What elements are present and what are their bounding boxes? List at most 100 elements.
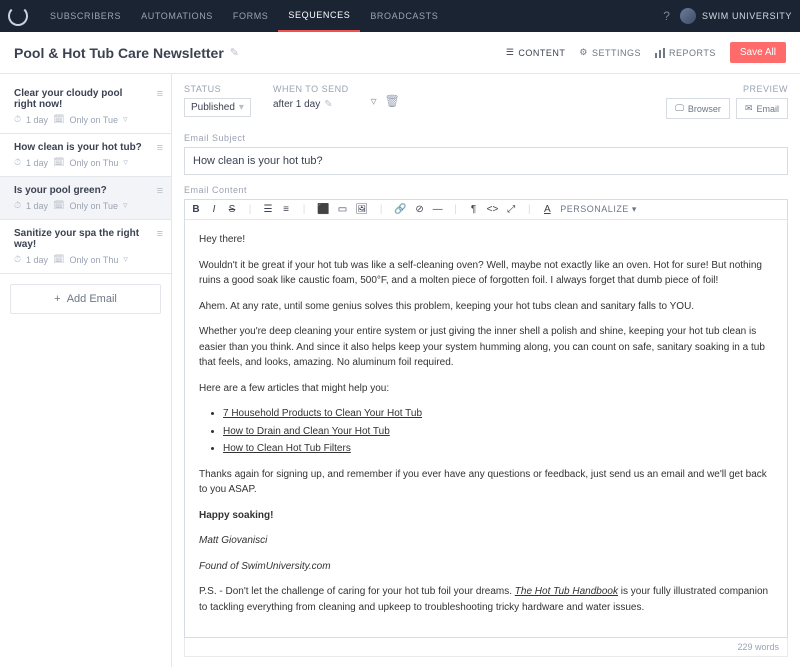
email-list: Clear your cloudy pool right now! ⏱ 1 da… xyxy=(0,74,172,667)
strike-icon[interactable]: S xyxy=(227,204,237,215)
email-item-3[interactable]: Sanitize your spa the right way! ⏱ 1 day… xyxy=(0,220,171,274)
drag-handle-icon[interactable]: ≡ xyxy=(157,88,163,100)
body-p4: Here are a few articles that might help … xyxy=(199,381,773,397)
align-center-icon[interactable]: ▭ xyxy=(337,204,347,215)
preview-browser-button[interactable]: 🖵 Browser xyxy=(666,98,730,119)
preview-label: PREVIEW xyxy=(666,84,788,94)
plus-icon: + xyxy=(54,293,60,305)
list-ul-icon[interactable]: ☰ xyxy=(263,204,273,215)
subject-label: Email Subject xyxy=(184,133,788,143)
funnel-icon[interactable]: ▿ xyxy=(371,94,377,108)
email-item-day: Only on Tue xyxy=(70,115,119,125)
chart-icon xyxy=(655,48,665,58)
email-item-delay: 1 day xyxy=(26,115,48,125)
edit-title-icon[interactable]: ✎ xyxy=(230,46,239,59)
text-color-icon[interactable]: A xyxy=(542,204,552,215)
nav-forms[interactable]: FORMS xyxy=(223,0,279,32)
body-link-0[interactable]: 7 Household Products to Clean Your Hot T… xyxy=(223,408,422,419)
link-icon[interactable]: 🔗 xyxy=(394,204,406,215)
save-all-button[interactable]: Save All xyxy=(730,42,786,63)
personalize-dropdown[interactable]: PERSONALIZE ▾ xyxy=(560,204,637,215)
calendar-icon: 🗓 xyxy=(53,200,64,211)
body-ps: P.S. - Don't let the challenge of caring… xyxy=(199,584,773,615)
signature-title: Found of SwimUniversity.com xyxy=(199,559,773,575)
nav-broadcasts[interactable]: BROADCASTS xyxy=(360,0,448,32)
image-icon[interactable]: 🖼 xyxy=(355,204,368,215)
email-item-delay: 1 day xyxy=(26,201,48,211)
status-select[interactable]: Published ▾ xyxy=(184,98,251,117)
body-p3: Whether you're deep cleaning your entire… xyxy=(199,324,773,371)
body-link-2[interactable]: How to Clean Hot Tub Filters xyxy=(223,443,351,454)
body-closing: Happy soaking! xyxy=(199,508,773,524)
clock-icon: ⏱ xyxy=(14,157,21,168)
clock-icon: ⏱ xyxy=(14,254,21,265)
user-name: SWIM UNIVERSITY xyxy=(702,11,792,21)
list-ol-icon[interactable]: ≡ xyxy=(281,204,291,215)
clear-format-icon[interactable]: ¶ xyxy=(469,204,479,215)
editor-body[interactable]: Hey there! Wouldn't it be great if your … xyxy=(185,220,787,637)
trash-icon[interactable]: 🗑 xyxy=(385,94,400,108)
help-icon[interactable]: ? xyxy=(653,9,680,23)
align-left-icon[interactable]: ⬛ xyxy=(317,204,329,215)
when-label: WHEN TO SEND xyxy=(273,84,349,94)
italic-icon[interactable]: I xyxy=(209,204,219,215)
email-item-0[interactable]: Clear your cloudy pool right now! ⏱ 1 da… xyxy=(0,80,171,134)
app-logo-icon[interactable] xyxy=(8,6,28,26)
tab-settings[interactable]: ⚙ SETTINGS xyxy=(579,47,641,58)
drag-handle-icon[interactable]: ≡ xyxy=(157,142,163,154)
unlink-icon[interactable]: ⊘ xyxy=(415,204,425,215)
tab-reports[interactable]: REPORTS xyxy=(655,48,716,58)
email-item-title: Clear your cloudy pool right now! xyxy=(14,88,161,110)
calendar-icon: 🗓 xyxy=(53,254,64,265)
content-icon: ☰ xyxy=(506,47,515,58)
main: Clear your cloudy pool right now! ⏱ 1 da… xyxy=(0,74,800,667)
funnel-icon: ▿ xyxy=(123,157,128,168)
add-email-button[interactable]: + Add Email xyxy=(10,284,161,314)
email-item-1[interactable]: How clean is your hot tub? ⏱ 1 day 🗓 Onl… xyxy=(0,134,171,177)
nav-subscribers[interactable]: SUBSCRIBERS xyxy=(40,0,131,32)
content-label: Email Content xyxy=(184,185,788,195)
email-item-title: Sanitize your spa the right way! xyxy=(14,228,161,250)
chevron-down-icon: ▾ xyxy=(239,102,244,113)
clock-icon: ⏱ xyxy=(14,114,21,125)
email-item-day: Only on Thu xyxy=(70,158,119,168)
signature-name: Matt Giovanisci xyxy=(199,533,773,549)
avatar xyxy=(680,8,696,24)
calendar-icon: 🗓 xyxy=(53,114,64,125)
expand-icon[interactable]: ⤢ xyxy=(506,204,516,215)
tab-content[interactable]: ☰ CONTENT xyxy=(506,47,566,58)
sequence-header: Pool & Hot Tub Care Newsletter ✎ ☰ CONTE… xyxy=(0,32,800,74)
drag-handle-icon[interactable]: ≡ xyxy=(157,185,163,197)
bold-icon[interactable]: B xyxy=(191,204,201,215)
editor-pane: STATUS Published ▾ WHEN TO SEND after 1 … xyxy=(172,74,800,667)
clock-icon: ⏱ xyxy=(14,200,21,211)
email-item-title: Is your pool green? xyxy=(14,185,161,196)
body-p5: Thanks again for signing up, and remembe… xyxy=(199,467,773,498)
user-menu[interactable]: SWIM UNIVERSITY xyxy=(680,8,792,24)
email-item-day: Only on Tue xyxy=(70,201,119,211)
body-link-1[interactable]: How to Drain and Clean Your Hot Tub xyxy=(223,426,390,437)
when-value[interactable]: after 1 day ✎ xyxy=(273,99,333,110)
funnel-icon: ▿ xyxy=(123,200,128,211)
email-item-delay: 1 day xyxy=(26,255,48,265)
editor-toolbar: B I S | ☰ ≡ | ⬛ ▭ 🖼 | 🔗 ⊘ — | ¶ <> ⤢ | A xyxy=(185,200,787,220)
code-icon[interactable]: <> xyxy=(487,204,499,215)
nav-sequences[interactable]: SEQUENCES xyxy=(278,0,360,32)
word-count: 229 words xyxy=(184,638,788,657)
email-item-day: Only on Thu xyxy=(70,255,119,265)
email-item-2[interactable]: Is your pool green? ⏱ 1 day 🗓 Only on Tu… xyxy=(0,177,171,220)
gear-icon: ⚙ xyxy=(579,47,588,58)
funnel-icon: ▿ xyxy=(123,114,128,125)
ps-link[interactable]: The Hot Tub Handbook xyxy=(515,586,618,597)
subject-input[interactable] xyxy=(184,147,788,175)
hr-icon[interactable]: — xyxy=(433,204,443,215)
calendar-icon: 🗓 xyxy=(53,157,64,168)
nav-automations[interactable]: AUTOMATIONS xyxy=(131,0,223,32)
email-item-title: How clean is your hot tub? xyxy=(14,142,161,153)
preview-email-button[interactable]: ✉ Email xyxy=(736,98,788,119)
preview-block: PREVIEW 🖵 Browser ✉ Email xyxy=(666,84,788,119)
email-item-delay: 1 day xyxy=(26,158,48,168)
when-block: WHEN TO SEND after 1 day ✎ xyxy=(273,84,349,110)
drag-handle-icon[interactable]: ≡ xyxy=(157,228,163,240)
body-p1: Wouldn't it be great if your hot tub was… xyxy=(199,258,773,289)
